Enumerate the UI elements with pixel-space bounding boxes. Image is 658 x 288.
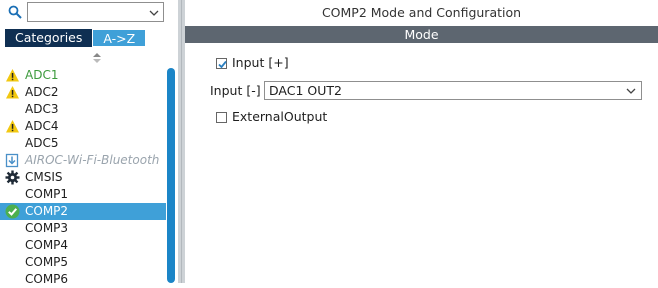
list-item-label: COMP1 — [25, 187, 69, 201]
list-item-label: CMSIS — [25, 170, 63, 184]
panel-splitter[interactable] — [178, 0, 185, 283]
list-item-label: ADC5 — [25, 136, 59, 150]
search-icon[interactable] — [8, 5, 22, 19]
vertical-scrollbar[interactable] — [166, 58, 176, 283]
chevron-down-icon[interactable] — [148, 7, 160, 19]
input-plus-checkbox[interactable] — [216, 58, 227, 69]
list-item-comp5[interactable]: COMP5 — [0, 254, 166, 271]
gear-icon — [5, 170, 20, 185]
list-item-label: COMP2 — [25, 204, 69, 218]
check-icon — [5, 204, 20, 219]
peripheral-list: ADC1 ADC2 ADC3 ADC4 ADC5 AIROC-Wi-Fi-Blu… — [0, 67, 166, 288]
list-item-comp3[interactable]: COMP3 — [0, 220, 166, 237]
mode-configuration-panel: COMP2 Mode and Configuration Mode Input … — [185, 0, 658, 283]
view-tabs: Categories A->Z — [5, 29, 147, 47]
list-item-adc4[interactable]: ADC4 — [0, 118, 166, 135]
list-item-adc1[interactable]: ADC1 — [0, 67, 166, 84]
external-output-checkbox[interactable] — [216, 112, 227, 123]
chevron-down-icon[interactable] — [625, 86, 637, 96]
list-item-label: ADC2 — [25, 85, 59, 99]
list-item-adc2[interactable]: ADC2 — [0, 84, 166, 101]
list-item-comp1[interactable]: COMP1 — [0, 186, 166, 203]
list-item-adc5[interactable]: ADC5 — [0, 135, 166, 152]
list-item-comp4[interactable]: COMP4 — [0, 237, 166, 254]
search-combobox[interactable] — [27, 2, 164, 22]
list-item-label: AIROC-Wi-Fi-Bluetooth — [25, 153, 160, 167]
tab-a-to-z[interactable]: A->Z — [92, 29, 147, 47]
external-output-label[interactable]: ExternalOutput — [232, 109, 327, 124]
list-item-label: COMP4 — [25, 238, 69, 252]
input-minus-value: DAC1 OUT2 — [269, 83, 342, 98]
list-item-label: ADC3 — [25, 102, 59, 116]
tab-categories[interactable]: Categories — [5, 29, 93, 47]
splitter-line — [181, 0, 182, 283]
list-item-label: ADC4 — [25, 119, 59, 133]
checkmark-icon — [218, 60, 227, 69]
peripheral-panel: Categories A->Z ADC1 ADC2 ADC3 ADC4 ADC5… — [0, 0, 178, 286]
input-minus-label: Input [-] — [210, 83, 261, 98]
input-minus-select[interactable]: DAC1 OUT2 — [264, 81, 642, 100]
input-plus-label[interactable]: Input [+] — [232, 55, 289, 70]
warning-icon — [6, 86, 19, 99]
list-item-adc3[interactable]: ADC3 — [0, 101, 166, 118]
list-item-cmsis[interactable]: CMSIS — [0, 169, 166, 186]
mode-section-header: Mode — [185, 26, 658, 43]
list-item-airoc[interactable]: AIROC-Wi-Fi-Bluetooth — [0, 152, 166, 169]
list-item-comp2[interactable]: COMP2 — [0, 203, 166, 220]
panel-title: COMP2 Mode and Configuration — [321, 5, 522, 20]
list-item-label: COMP3 — [25, 221, 69, 235]
sort-up-icon[interactable] — [93, 53, 101, 63]
warning-icon — [6, 69, 19, 82]
list-item-comp6[interactable]: COMP6 — [0, 271, 166, 288]
list-item-label: COMP5 — [25, 255, 69, 269]
download-icon — [5, 153, 19, 168]
search-row — [0, 0, 178, 26]
scrollbar-thumb[interactable] — [167, 68, 175, 283]
warning-icon — [6, 120, 19, 133]
list-item-label: COMP6 — [25, 272, 69, 286]
list-item-label: ADC1 — [25, 68, 59, 82]
